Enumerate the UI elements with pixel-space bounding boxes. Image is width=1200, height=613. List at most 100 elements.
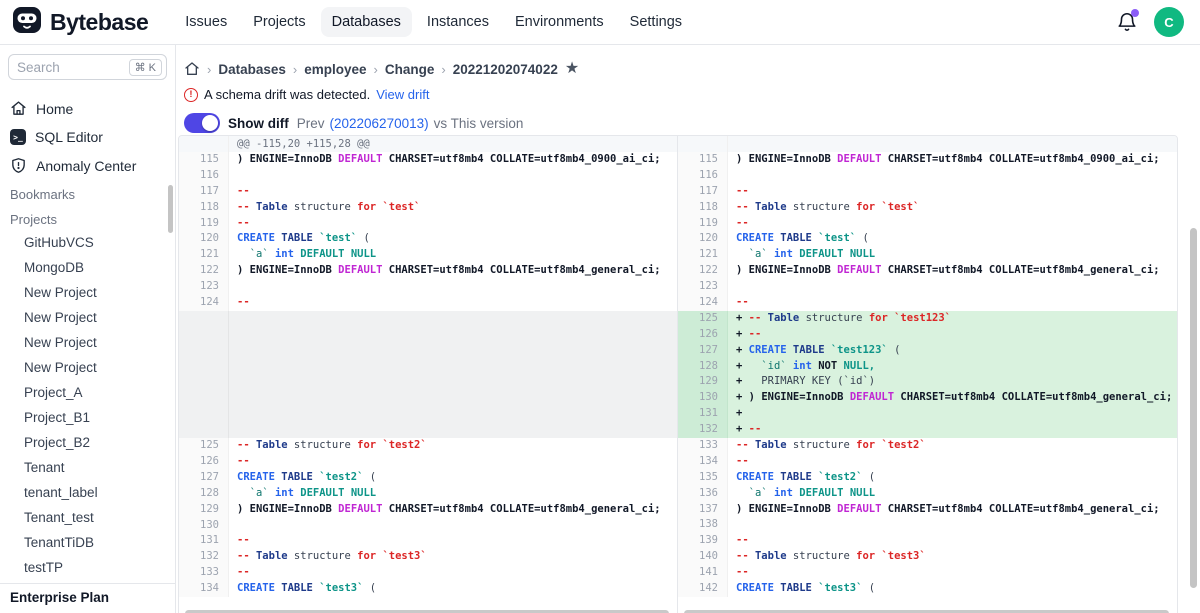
breadcrumb-item[interactable]: Databases <box>218 62 286 77</box>
diff-row-left-130: 130 <box>179 518 677 534</box>
hunk-header <box>678 136 1177 152</box>
sidebar-project-tenanttidb[interactable]: TenantTiDB <box>0 530 175 555</box>
chevron-right-icon: › <box>441 62 445 77</box>
diff-row-left-122: 122) ENGINE=InnoDB DEFAULT CHARSET=utf8m… <box>179 263 677 279</box>
section-label-projects: Projects <box>0 205 175 230</box>
diff-row-left-124: 124-- <box>179 295 677 311</box>
user-avatar[interactable]: C <box>1154 7 1184 37</box>
diff-row-left-134: 134CREATE TABLE `test3` ( <box>179 581 677 597</box>
page-vertical-scrollbar[interactable] <box>1190 228 1197 588</box>
diff-row-right-128: 128+ `id` int NOT NULL, <box>678 359 1177 375</box>
nav-item-settings[interactable]: Settings <box>619 7 693 37</box>
sidebar-project-githubvcs[interactable]: GitHubVCS <box>0 230 175 255</box>
breadcrumb-item[interactable]: employee <box>304 62 366 77</box>
diff-row-right-131: 131+ <box>678 406 1177 422</box>
search-shortcut-badge: ⌘ K <box>129 59 162 76</box>
sidebar-project-project_b1[interactable]: Project_B1 <box>0 405 175 430</box>
diff-row-left-118: 118-- Table structure for `test` <box>179 200 677 216</box>
diff-row-left-125: 125-- Table structure for `test2` <box>179 438 677 454</box>
chevron-right-icon: › <box>374 62 378 77</box>
diff-gap <box>179 311 677 438</box>
bytebase-logo[interactable]: Bytebase <box>12 5 148 40</box>
chevron-right-icon: › <box>207 62 211 77</box>
prev-label: Prev <box>297 116 325 131</box>
diff-row-left-119: 119-- <box>179 216 677 232</box>
diff-row-left-116: 116 <box>179 168 677 184</box>
drift-warning: ! A schema drift was detected. View drif… <box>176 77 1200 102</box>
sidebar-project-new-project[interactable]: New Project <box>0 280 175 305</box>
sidebar-project-project_b2[interactable]: Project_B2 <box>0 430 175 455</box>
chevron-right-icon: › <box>293 62 297 77</box>
diff-toolbar: Show diff Prev (202206270013) vs This ve… <box>176 102 1200 133</box>
sidebar-project-new-project[interactable]: New Project <box>0 305 175 330</box>
nav-item-environments[interactable]: Environments <box>504 7 615 37</box>
drift-message: A schema drift was detected. <box>204 87 370 102</box>
sidebar-project-testtp[interactable]: testTP <box>0 555 175 580</box>
sidebar-item-sql-editor[interactable]: >_SQL Editor <box>0 123 175 151</box>
sidebar: ⌘ K Home>_SQL EditorAnomaly Center Bookm… <box>0 45 176 613</box>
brand-name: Bytebase <box>50 9 148 36</box>
sidebar-project-tenant_test[interactable]: Tenant_test <box>0 505 175 530</box>
diff-row-right-140: 140-- Table structure for `test3` <box>678 549 1177 565</box>
nav-item-instances[interactable]: Instances <box>416 7 500 37</box>
main-nav: IssuesProjectsDatabasesInstancesEnvironm… <box>174 7 693 37</box>
diff-row-left-117: 117-- <box>179 184 677 200</box>
breadcrumb-item[interactable]: Change <box>385 62 435 77</box>
anomaly-center-icon <box>10 157 27 174</box>
diff-row-right-116: 116 <box>678 168 1177 184</box>
hunk-header: @@ -115,20 +115,28 @@ <box>179 136 677 152</box>
diff-row-left-120: 120CREATE TABLE `test` ( <box>179 231 677 247</box>
search-box[interactable]: ⌘ K <box>8 54 167 80</box>
diff-row-right-134: 134-- <box>678 454 1177 470</box>
diff-row-right-120: 120CREATE TABLE `test` ( <box>678 231 1177 247</box>
diff-row-left-115: 115) ENGINE=InnoDB DEFAULT CHARSET=utf8m… <box>179 152 677 168</box>
star-icon[interactable]: ★ <box>565 61 579 77</box>
sidebar-project-mongodb[interactable]: MongoDB <box>0 255 175 280</box>
diff-row-right-137: 137) ENGINE=InnoDB DEFAULT CHARSET=utf8m… <box>678 502 1177 518</box>
prev-version-link[interactable]: (202206270013) <box>330 116 429 131</box>
diff-row-left-129: 129) ENGINE=InnoDB DEFAULT CHARSET=utf8m… <box>179 502 677 518</box>
diff-row-right-123: 123 <box>678 279 1177 295</box>
vs-label: vs This version <box>434 116 524 131</box>
sidebar-item-anomaly-center[interactable]: Anomaly Center <box>0 151 175 180</box>
diff-row-right-136: 136 `a` int DEFAULT NULL <box>678 486 1177 502</box>
breadcrumb: › Databases › employee › Change › 2022120207402… <box>176 45 1200 77</box>
diff-row-right-135: 135CREATE TABLE `test2` ( <box>678 470 1177 486</box>
sidebar-project-tenant_label[interactable]: tenant_label <box>0 480 175 505</box>
sidebar-project-tenant[interactable]: Tenant <box>0 455 175 480</box>
diff-row-left-121: 121 `a` int DEFAULT NULL <box>179 247 677 263</box>
diff-row-left-132: 132-- Table structure for `test3` <box>179 549 677 565</box>
diff-row-right-139: 139-- <box>678 533 1177 549</box>
diff-row-right-126: 126+ -- <box>678 327 1177 343</box>
sidebar-project-new-project[interactable]: New Project <box>0 355 175 380</box>
diff-row-right-121: 121 `a` int DEFAULT NULL <box>678 247 1177 263</box>
diff-row-left-127: 127CREATE TABLE `test2` ( <box>179 470 677 486</box>
sidebar-scrollbar[interactable] <box>168 185 173 233</box>
diff-row-right-115: 115) ENGINE=InnoDB DEFAULT CHARSET=utf8m… <box>678 152 1177 168</box>
diff-row-left-131: 131-- <box>179 533 677 549</box>
nav-item-databases[interactable]: Databases <box>321 7 412 37</box>
nav-item-projects[interactable]: Projects <box>242 7 316 37</box>
diff-row-right-127: 127+ CREATE TABLE `test123` ( <box>678 343 1177 359</box>
sidebar-project-project_a[interactable]: Project_A <box>0 380 175 405</box>
nav-item-issues[interactable]: Issues <box>174 7 238 37</box>
diff-row-right-124: 124-- <box>678 295 1177 311</box>
home-icon <box>10 100 27 117</box>
home-icon[interactable] <box>184 61 200 77</box>
bell-icon <box>1116 20 1138 37</box>
diff-row-right-132: 132+ -- <box>678 422 1177 438</box>
section-label-bookmarks: Bookmarks <box>0 180 175 205</box>
sidebar-project-new-project[interactable]: New Project <box>0 330 175 355</box>
alert-circle-icon: ! <box>184 88 198 102</box>
diff-panel-current: 115) ENGINE=InnoDB DEFAULT CHARSET=utf8m… <box>678 136 1177 613</box>
search-input[interactable] <box>17 60 129 75</box>
breadcrumb-item[interactable]: 20221202074022 <box>453 62 558 77</box>
notifications-button[interactable] <box>1116 11 1138 33</box>
show-diff-toggle[interactable] <box>184 113 220 133</box>
diff-panel-previous: @@ -115,20 +115,28 @@115) ENGINE=InnoDB … <box>179 136 678 613</box>
diff-row-right-122: 122) ENGINE=InnoDB DEFAULT CHARSET=utf8m… <box>678 263 1177 279</box>
plan-badge: Enterprise Plan <box>0 583 175 613</box>
diff-row-right-117: 117-- <box>678 184 1177 200</box>
view-drift-link[interactable]: View drift <box>376 87 429 102</box>
sidebar-item-home[interactable]: Home <box>0 94 175 123</box>
